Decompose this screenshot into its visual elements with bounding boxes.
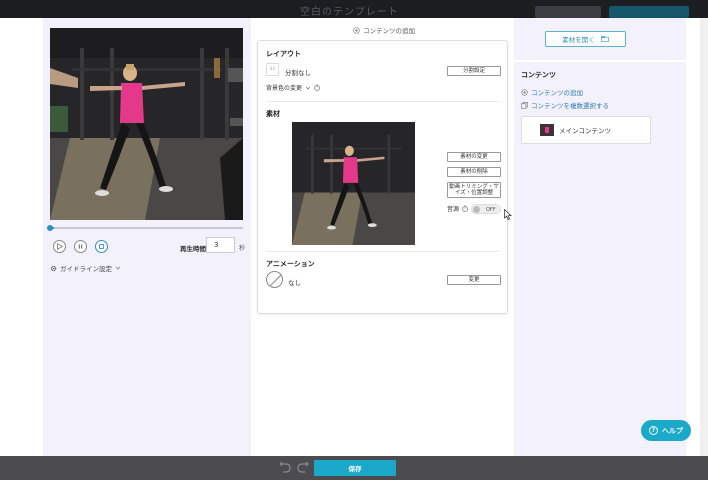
question-icon: ?: [649, 426, 658, 435]
preview-panel: 再生時間 3 秒 ガイドライン設定: [43, 18, 251, 456]
mouse-cursor-icon: [504, 209, 512, 220]
layout-section-title: レイアウト: [266, 50, 301, 58]
guideline-settings[interactable]: ガイドライン設定: [50, 263, 121, 273]
material-thumbnail: [292, 122, 415, 245]
audio-toggle[interactable]: OFF: [471, 204, 501, 214]
help-button-label: ヘルプ: [662, 426, 683, 435]
top-secondary-button[interactable]: [535, 6, 601, 18]
help-circle-icon[interactable]: ?: [314, 84, 321, 91]
multi-select-link[interactable]: コンテンツを複数選択する: [521, 100, 609, 110]
content-list-item[interactable]: メインコンテンツ: [521, 116, 651, 144]
content-item-label: メインコンテンツ: [559, 127, 611, 135]
content-thumbnail: [540, 124, 554, 136]
layout-value: 分割なし: [285, 69, 311, 77]
section-divider: [266, 101, 499, 102]
bottom-bar: 保存: [0, 456, 708, 480]
change-animation-button[interactable]: 変更: [447, 275, 501, 285]
trim-adjust-button[interactable]: 動画トリミング・サイズ・位置調整: [447, 182, 501, 198]
split-settings-button[interactable]: 分割設定: [447, 66, 501, 76]
help-circle-icon[interactable]: ?: [462, 205, 469, 212]
pause-icon: [78, 244, 83, 249]
top-primary-button[interactable]: [609, 6, 689, 18]
play-time-input[interactable]: 3: [206, 237, 235, 253]
contents-title: コンテンツ: [521, 71, 556, 79]
gym-workout-image: [50, 28, 243, 220]
undo-icon[interactable]: [279, 461, 291, 473]
delete-material-button[interactable]: 素材の削除: [447, 167, 501, 177]
bg-color-change[interactable]: 背景色の変更 ?: [266, 83, 321, 92]
add-content-link-label: コンテンツの追加: [531, 89, 583, 97]
chevron-down-icon: [305, 86, 311, 90]
plus-circle-icon: [353, 26, 360, 34]
help-button[interactable]: ? ヘルプ: [641, 420, 691, 441]
multi-select-link-label: コンテンツを複数選択する: [531, 102, 609, 110]
stop-button[interactable]: [95, 240, 108, 253]
editor-panel: コンテンツの追加 レイアウト S1 分割なし 分割設定 背景色の変更 ? 素材: [251, 18, 514, 456]
stop-icon: [98, 243, 105, 250]
play-time-unit: 秒: [239, 245, 246, 252]
section-divider: [266, 251, 499, 252]
change-material-button[interactable]: 素材の変更: [447, 152, 501, 162]
playback-scrubber[interactable]: [47, 225, 243, 231]
layout-icon: S1: [266, 63, 279, 76]
pause-button[interactable]: [74, 240, 87, 253]
play-button[interactable]: [53, 240, 66, 253]
plus-circle-icon: [521, 88, 528, 96]
gym-workout-thumbnail-image: [292, 122, 415, 245]
audio-toggle-label: OFF: [486, 206, 496, 213]
chevron-down-icon: [115, 266, 121, 270]
copy-icon: [521, 101, 528, 109]
audio-label: 音源: [447, 206, 460, 213]
audio-setting: 音源 ?: [447, 204, 469, 213]
play-time-label: 再生時間: [180, 245, 206, 253]
save-button[interactable]: 保存: [314, 460, 396, 476]
guideline-label: ガイドライン設定: [60, 265, 112, 273]
no-animation-icon: [266, 271, 283, 288]
material-section-title: 素材: [266, 110, 280, 118]
animation-section-title: アニメーション: [266, 260, 315, 268]
redo-icon[interactable]: [297, 461, 309, 473]
contents-sidebar: コンテンツ コンテンツの追加 コンテンツを複数選択する メインコンテンツ: [514, 62, 686, 456]
material-open-area: 素材を開く: [514, 18, 686, 60]
play-icon: [57, 243, 63, 250]
toggle-knob: [473, 206, 480, 213]
add-content-link[interactable]: コンテンツの追加: [521, 87, 583, 97]
template-title[interactable]: 空白のテンプレート: [300, 3, 399, 18]
video-preview: [50, 28, 243, 220]
gear-icon: [50, 265, 57, 271]
open-material-button[interactable]: 素材を開く: [545, 31, 626, 47]
add-content-top-link[interactable]: コンテンツの追加: [353, 25, 415, 35]
folder-icon: [601, 36, 609, 42]
add-content-top-label: コンテンツの追加: [363, 27, 415, 35]
content-settings-card: レイアウト S1 分割なし 分割設定 背景色の変更 ? 素材 素材の変更 素材の…: [257, 40, 512, 314]
animation-value: なし: [288, 279, 301, 287]
scrubber-handle[interactable]: [47, 225, 53, 231]
top-bar: 空白のテンプレート: [0, 0, 708, 18]
bg-change-label: 背景色の変更: [266, 85, 303, 92]
scrollbar[interactable]: [700, 18, 708, 456]
open-material-label: 素材を開く: [562, 36, 595, 44]
